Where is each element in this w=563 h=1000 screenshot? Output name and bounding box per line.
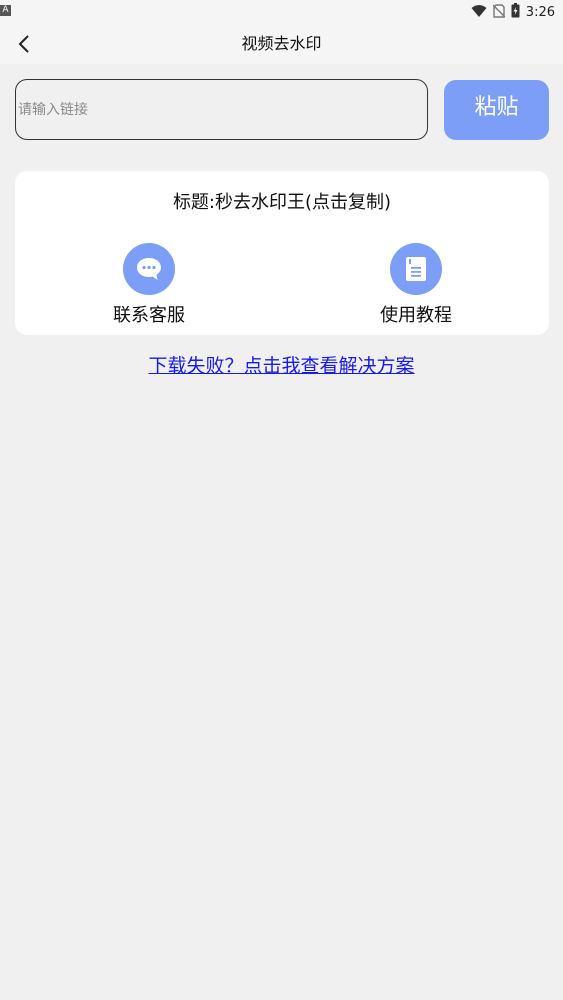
app-bar: 视频去水印: [0, 24, 563, 64]
page-title: 视频去水印: [241, 34, 322, 53]
contact-support-button[interactable]: 联系客服: [79, 243, 219, 327]
tutorial-label: 使用教程: [380, 305, 452, 326]
wifi-icon: [471, 3, 487, 22]
link-input[interactable]: [15, 79, 428, 140]
action-icon-circle: [390, 243, 442, 295]
tutorial-button[interactable]: 使用教程: [346, 243, 486, 327]
video-title-copy[interactable]: 标题:秒去水印王(点击复制): [15, 188, 549, 214]
contact-support-label: 联系客服: [113, 305, 185, 326]
chevron-left-icon: [18, 35, 29, 53]
status-app-indicator: A: [0, 5, 11, 16]
download-failed-help-link[interactable]: 下载失败？点击我查看解决方案: [0, 351, 563, 378]
action-icon-circle: [123, 243, 175, 295]
result-card: 标题:秒去水印王(点击复制) 联系客服 使用教程: [15, 171, 549, 335]
back-button[interactable]: [8, 28, 40, 60]
status-bar: A 3:26: [0, 0, 563, 24]
battery-icon: [511, 2, 520, 22]
chat-bubble-icon: [137, 258, 161, 280]
paste-button[interactable]: 粘贴: [444, 80, 549, 140]
status-time: 3:26: [525, 4, 555, 20]
no-sim-icon: [492, 3, 506, 22]
status-icons: 3:26: [471, 2, 555, 22]
document-icon: [406, 257, 426, 281]
